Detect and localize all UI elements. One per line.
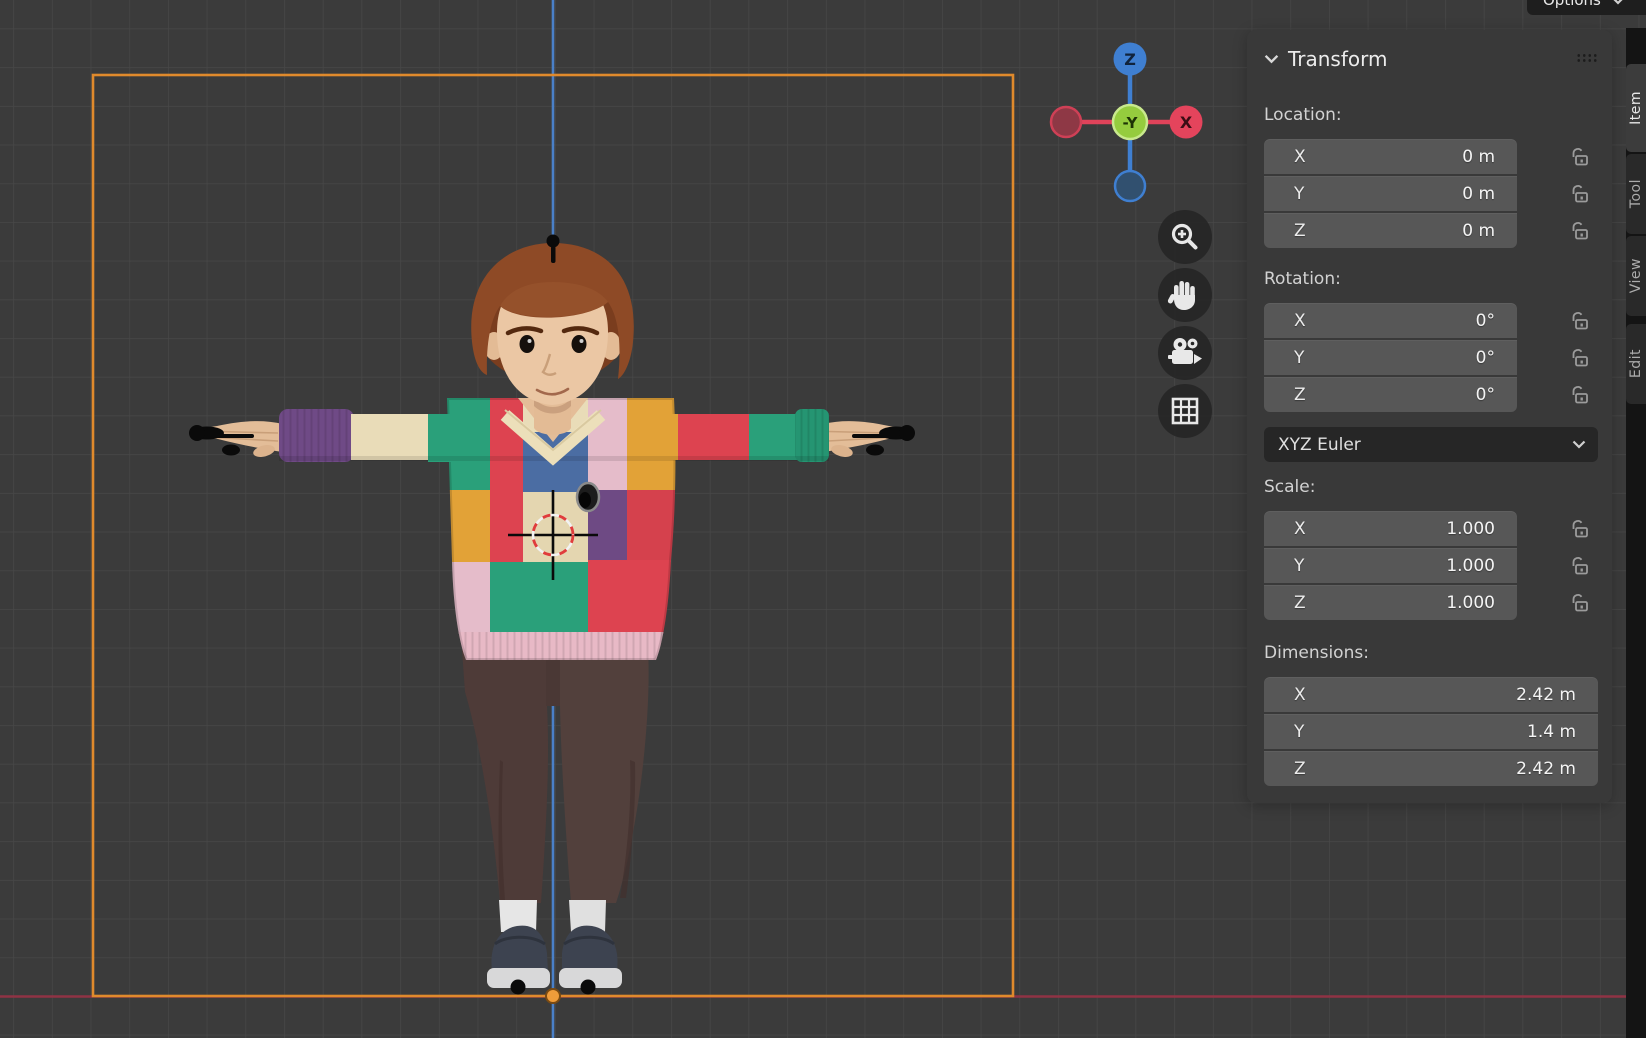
unlock-icon[interactable] xyxy=(1568,346,1592,370)
gizmo-axis-neg-z[interactable] xyxy=(1115,171,1145,201)
axis-label: X xyxy=(1294,685,1306,705)
rotation-mode-value: XYZ Euler xyxy=(1278,435,1361,455)
axis-label: Z xyxy=(1294,385,1306,405)
gizmo-front-label: -Y xyxy=(1123,114,1139,132)
gizmo-z-label: Z xyxy=(1124,50,1136,69)
axis-value: 2.42 m xyxy=(1516,685,1576,705)
dimensions-z-field[interactable]: Z 2.42 m xyxy=(1264,751,1598,786)
dimensions-fields: X 2.42 m Y 1.4 m Z 2.42 m xyxy=(1264,677,1596,788)
axis-value: 1.000 xyxy=(1446,556,1495,576)
axis-label: Y xyxy=(1294,348,1304,368)
tab-view-label: View xyxy=(1628,258,1644,293)
tab-view[interactable]: View xyxy=(1626,236,1646,316)
sidebar-tab-strip: Item Tool View Edit xyxy=(1626,28,1646,1038)
dimensions-x-field[interactable]: X 2.42 m xyxy=(1264,677,1598,712)
unlock-icon[interactable] xyxy=(1568,383,1592,407)
gizmo-x-label: X xyxy=(1180,113,1193,132)
axis-value: 0° xyxy=(1476,385,1495,405)
hand-icon xyxy=(1167,277,1203,313)
rotation-fields: X 0° Y 0° xyxy=(1264,303,1596,414)
gizmo-axis-neg-x[interactable] xyxy=(1051,107,1081,137)
transform-panel-header[interactable]: Transform xyxy=(1264,45,1596,73)
scale-label: Scale: xyxy=(1264,475,1596,499)
unlock-icon[interactable] xyxy=(1568,145,1592,169)
axis-label: X xyxy=(1294,519,1306,539)
options-button[interactable]: Options xyxy=(1527,0,1646,15)
tab-tool[interactable]: Tool xyxy=(1626,154,1646,234)
navigation-gizmo[interactable]: Z X -Y xyxy=(1040,36,1220,206)
scale-y-field[interactable]: Y 1.000 xyxy=(1264,548,1517,583)
rotation-label: Rotation: xyxy=(1264,267,1596,291)
scale-x-field[interactable]: X 1.000 xyxy=(1264,511,1517,546)
camera-icon xyxy=(1166,334,1204,372)
chevron-down-icon xyxy=(1572,440,1586,449)
axis-value: 1.000 xyxy=(1446,593,1495,613)
unlock-icon[interactable] xyxy=(1568,591,1592,615)
panel-grip-dots-icon[interactable] xyxy=(1576,53,1598,62)
axis-value: 0° xyxy=(1476,348,1495,368)
axis-label: Y xyxy=(1294,556,1304,576)
axis-value: 2.42 m xyxy=(1516,759,1576,779)
panel-title: Transform xyxy=(1288,47,1387,71)
scale-fields: X 1.000 Y 1.000 xyxy=(1264,511,1596,622)
object-origin-marker xyxy=(546,989,560,1003)
tab-item-label: Item xyxy=(1628,91,1644,125)
dimensions-y-field[interactable]: Y 1.4 m xyxy=(1264,714,1598,749)
unlock-icon[interactable] xyxy=(1568,182,1592,206)
rotation-z-field[interactable]: Z 0° xyxy=(1264,377,1517,412)
rotation-mode-dropdown[interactable]: XYZ Euler xyxy=(1264,427,1598,462)
location-y-field[interactable]: Y 0 m xyxy=(1264,176,1517,211)
axis-value: 1.4 m xyxy=(1527,722,1576,742)
gizmo-axis-x[interactable]: X xyxy=(1170,106,1203,139)
location-fields: X 0 m Y 0 m xyxy=(1264,139,1596,250)
tab-edit[interactable]: Edit xyxy=(1626,324,1646,404)
chevron-down-icon xyxy=(1611,0,1625,5)
pan-button[interactable] xyxy=(1158,268,1212,322)
axis-value: 0° xyxy=(1476,311,1495,331)
axis-label: Y xyxy=(1294,722,1304,742)
unlock-icon[interactable] xyxy=(1568,554,1592,578)
panel-collapse-chevron-icon[interactable] xyxy=(1264,54,1279,64)
tab-edit-label: Edit xyxy=(1628,349,1644,378)
axis-value: 0 m xyxy=(1462,147,1495,167)
axis-value: 1.000 xyxy=(1446,519,1495,539)
axis-value: 0 m xyxy=(1462,221,1495,241)
axis-value: 0 m xyxy=(1462,184,1495,204)
grid-icon xyxy=(1168,394,1202,428)
transform-panel: Transform Location: X 0 m Y 0 m xyxy=(1247,30,1612,803)
location-z-field[interactable]: Z 0 m xyxy=(1264,213,1517,248)
dimensions-label: Dimensions: xyxy=(1264,641,1596,665)
chest-bone-marker xyxy=(577,483,599,511)
unlock-icon[interactable] xyxy=(1568,219,1592,243)
scale-z-field[interactable]: Z 1.000 xyxy=(1264,585,1517,620)
options-label: Options xyxy=(1543,0,1601,9)
location-label: Location: xyxy=(1264,103,1596,127)
location-x-field[interactable]: X 0 m xyxy=(1264,139,1517,174)
unlock-icon[interactable] xyxy=(1568,309,1592,333)
unlock-icon[interactable] xyxy=(1568,517,1592,541)
rotation-y-field[interactable]: Y 0° xyxy=(1264,340,1517,375)
axis-label: Z xyxy=(1294,593,1306,613)
magnifier-plus-icon xyxy=(1168,220,1202,254)
axis-label: X xyxy=(1294,311,1306,331)
axis-label: Z xyxy=(1294,759,1306,779)
rotation-x-field[interactable]: X 0° xyxy=(1264,303,1517,338)
tab-item[interactable]: Item xyxy=(1626,64,1646,152)
gizmo-axis-z[interactable]: Z xyxy=(1114,43,1147,76)
axis-label: Z xyxy=(1294,221,1306,241)
zoom-button[interactable] xyxy=(1158,210,1212,264)
gizmo-front-ball[interactable]: -Y xyxy=(1113,105,1147,139)
blender-window: Z X -Y xyxy=(0,0,1646,1038)
ortho-grid-button[interactable] xyxy=(1158,384,1212,438)
axis-label: X xyxy=(1294,147,1306,167)
camera-view-button[interactable] xyxy=(1158,326,1212,380)
axis-label: Y xyxy=(1294,184,1304,204)
tab-tool-label: Tool xyxy=(1628,179,1644,208)
